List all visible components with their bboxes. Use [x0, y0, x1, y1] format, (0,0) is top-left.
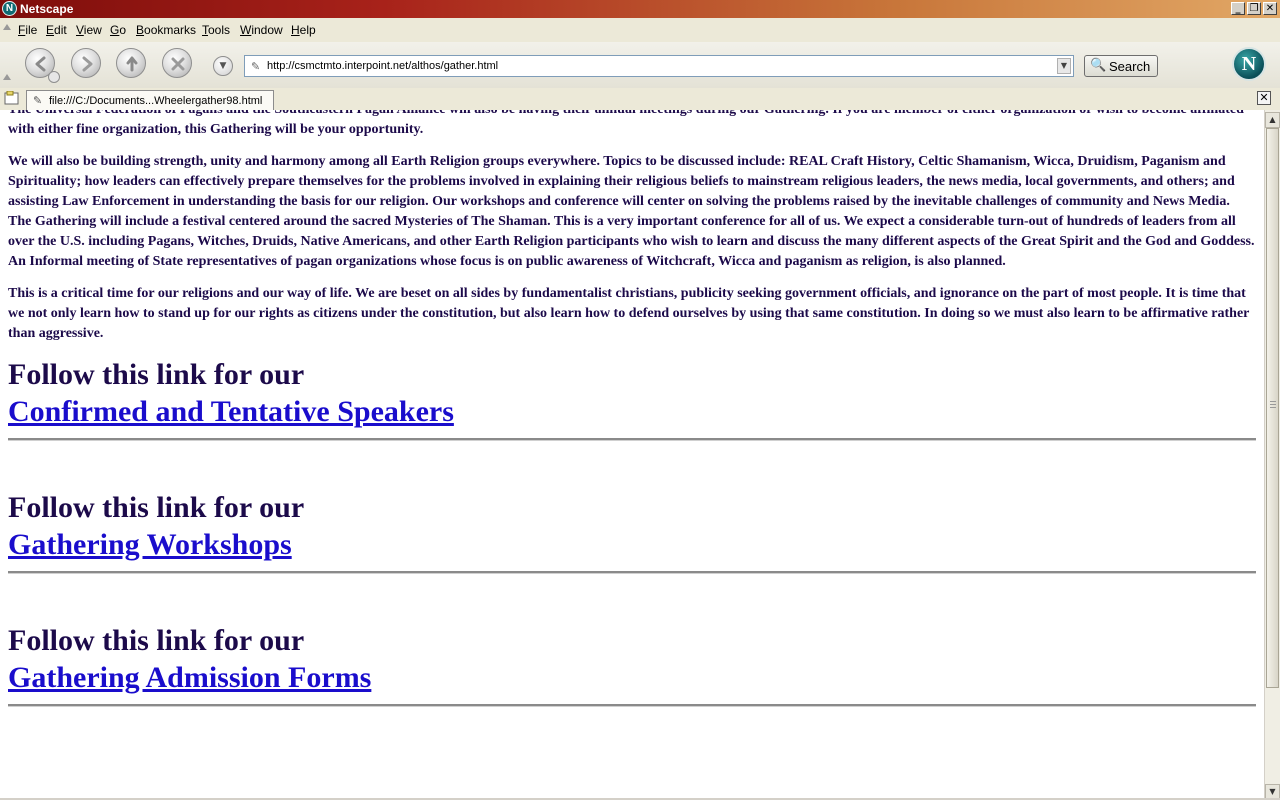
scroll-up-arrow-icon[interactable]: ▲	[1265, 112, 1280, 128]
window-controls: _ ❐ ✕	[1231, 2, 1277, 15]
follow-block-speakers: Follow this link for our Confirmed and T…	[8, 356, 1256, 430]
page-content[interactable]: The Universal Federation of Pagans and t…	[0, 110, 1264, 798]
scrollbar-grip-icon	[1270, 401, 1276, 402]
toolbar-grip-icon[interactable]	[3, 24, 11, 30]
close-tab-icon[interactable]: ✕	[1257, 91, 1271, 105]
scrollbar-grip-icon	[1270, 404, 1276, 405]
follow-heading: Follow this link for our	[8, 624, 305, 657]
follow-heading: Follow this link for our	[8, 358, 305, 391]
tab-label: file:///C:/Documents...Wheelergather98.h…	[49, 95, 263, 107]
tab-active[interactable]: ✎ file:///C:/Documents...Wheelergather98…	[26, 90, 274, 110]
forward-button[interactable]	[71, 48, 101, 78]
restore-button[interactable]: ❐	[1247, 2, 1261, 15]
url-history-dropdown-icon[interactable]: ▼	[1057, 58, 1071, 74]
url-field[interactable]: ✎ http://csmctmto.interpoint.net/althos/…	[244, 55, 1074, 77]
follow-heading: Follow this link for our	[8, 491, 305, 524]
menu-help[interactable]: Help	[291, 23, 316, 37]
speakers-link[interactable]: Confirmed and Tentative Speakers	[8, 395, 454, 428]
scrollbar-grip-icon	[1270, 407, 1276, 408]
follow-block-admission: Follow this link for our Gathering Admis…	[8, 622, 1256, 696]
search-button[interactable]: 🔍 Search	[1084, 55, 1158, 77]
url-text[interactable]: http://csmctmto.interpoint.net/althos/ga…	[267, 60, 498, 72]
magnifier-icon: 🔍	[1090, 58, 1107, 73]
page-proxy-icon: ✎	[251, 60, 261, 73]
reload-icon	[126, 56, 138, 72]
workshops-link[interactable]: Gathering Workshops	[8, 528, 292, 561]
reload-button[interactable]	[116, 48, 146, 78]
netscape-app-icon: N	[2, 1, 17, 16]
netscape-logo-icon[interactable]: N	[1232, 47, 1266, 81]
menu-view[interactable]: View	[76, 23, 102, 37]
stop-icon	[171, 57, 185, 71]
location-dropdown-icon[interactable]: ▼	[213, 56, 233, 76]
horizontal-rule	[8, 704, 1256, 707]
paragraph-organizations: The Universal Federation of Pagans and t…	[8, 110, 1244, 137]
vertical-scrollbar[interactable]: ▲ ▼	[1264, 110, 1280, 800]
new-tab-icon[interactable]	[4, 91, 20, 105]
menu-file[interactable]: File	[18, 23, 37, 37]
menu-bar: File Edit View Go Bookmarks Tools Window…	[0, 18, 1280, 43]
forward-arrow-icon	[82, 56, 93, 72]
search-button-label: Search	[1109, 59, 1151, 74]
admission-forms-link[interactable]: Gathering Admission Forms	[8, 661, 371, 694]
tab-bar: ✎ file:///C:/Documents...Wheelergather98…	[0, 88, 1280, 111]
page-icon: ✎	[33, 94, 43, 107]
close-window-button[interactable]: ✕	[1263, 2, 1277, 15]
menu-edit[interactable]: Edit	[46, 23, 67, 37]
minimize-button[interactable]: _	[1231, 2, 1245, 15]
menu-bookmarks[interactable]: Bookmarks	[136, 23, 196, 37]
menu-window[interactable]: Window	[240, 23, 283, 37]
menu-go[interactable]: Go	[110, 23, 126, 37]
scrollbar-thumb[interactable]	[1266, 128, 1279, 688]
follow-block-workshops: Follow this link for our Gathering Works…	[8, 489, 1256, 563]
paragraph-topics: We will also be building strength, unity…	[8, 154, 1255, 269]
back-history-dropdown-icon[interactable]	[48, 71, 60, 83]
toolbar-grip-icon[interactable]	[3, 74, 11, 80]
menu-tools[interactable]: Tools	[202, 23, 230, 37]
stop-button[interactable]	[162, 48, 192, 78]
back-button[interactable]	[25, 48, 60, 83]
window-title: Netscape	[20, 2, 74, 16]
title-bar: N Netscape _ ❐ ✕	[0, 0, 1280, 18]
paragraph-critical-time: This is a critical time for our religion…	[8, 286, 1250, 341]
